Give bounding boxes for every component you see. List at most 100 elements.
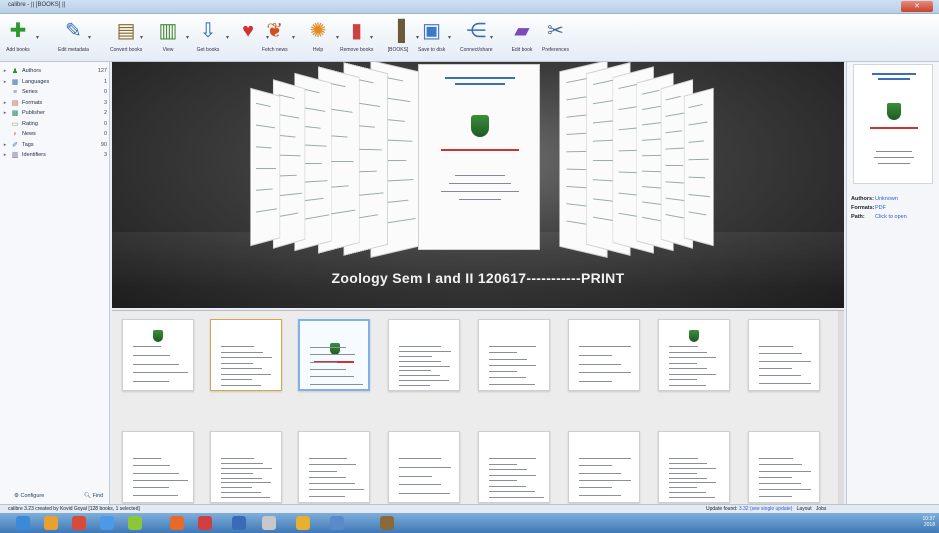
dropdown-arrow-icon[interactable]: ▾ bbox=[88, 34, 91, 41]
jobs-button[interactable]: Jobs bbox=[816, 506, 827, 512]
taskbar-app-icon[interactable] bbox=[330, 516, 344, 530]
book-cover-thumbnail[interactable] bbox=[210, 319, 282, 391]
toolbar-button-label: Edit book bbox=[511, 47, 533, 53]
update-link[interactable]: 3.32 (see single update) bbox=[739, 506, 793, 512]
status-text: calibre 3.23 created by Kovid Goyal [128… bbox=[8, 506, 140, 512]
book-cover-thumbnail[interactable] bbox=[122, 319, 194, 391]
taskbar-app-icon[interactable] bbox=[262, 516, 276, 530]
expand-arrow-icon[interactable]: ▸ bbox=[0, 152, 10, 158]
dropdown-arrow-icon[interactable]: ▾ bbox=[292, 34, 295, 41]
tag-category-count: 0 bbox=[103, 89, 107, 95]
system-tray-clock[interactable]: 10:37 2018 bbox=[922, 516, 935, 528]
toolbar-button-edit-metadata[interactable]: ✎ Edit metadata bbox=[58, 18, 89, 53]
dropdown-arrow-icon[interactable]: ▾ bbox=[140, 34, 143, 41]
toolbar-button-convert-books[interactable]: ▤ Convert books bbox=[110, 18, 142, 53]
status-right: Update found: 3.32 (see single update) L… bbox=[706, 506, 827, 512]
taskbar-app-icon[interactable] bbox=[16, 516, 30, 530]
close-button[interactable]: ✕ bbox=[901, 1, 933, 12]
identifiers-icon: ▥ bbox=[11, 152, 19, 159]
book-cover-thumbnail[interactable] bbox=[478, 431, 550, 503]
taskbar-app-icon[interactable] bbox=[296, 516, 310, 530]
tag-category-news[interactable]: ♀ News 0 bbox=[0, 129, 110, 139]
tag-category-authors[interactable]: ▸ ♟ Authors 127 bbox=[0, 66, 110, 76]
taskbar-app-icon[interactable] bbox=[170, 516, 184, 530]
toolbar-button-fetch-news[interactable]: ❦ Fetch news bbox=[262, 18, 288, 53]
book-cover-thumbnail[interactable] bbox=[658, 431, 730, 503]
book-cover-thumbnail[interactable] bbox=[298, 431, 370, 503]
layout-button[interactable]: Layout bbox=[797, 506, 812, 512]
dropdown-arrow-icon[interactable]: ▾ bbox=[336, 34, 339, 41]
authors-row: Authors: Unknown bbox=[851, 196, 898, 202]
expand-arrow-icon[interactable]: ▸ bbox=[0, 68, 10, 74]
taskbar-app-icon[interactable] bbox=[44, 516, 58, 530]
toolbar-button-view[interactable]: ▥ View bbox=[156, 18, 180, 53]
configure-button[interactable]: ⚙ Configure bbox=[14, 493, 44, 499]
path-link[interactable]: Click to open bbox=[875, 214, 907, 220]
toolbar-button-connect-share[interactable]: ⋲ Connect/share bbox=[460, 18, 493, 53]
expand-arrow-icon[interactable]: ▸ bbox=[0, 100, 10, 106]
book-cover-thumbnail[interactable] bbox=[658, 319, 730, 391]
taskbar-app-icon[interactable] bbox=[198, 516, 212, 530]
book-cover-thumbnail[interactable] bbox=[298, 319, 370, 391]
tag-browser-footer: ⚙ Configure 🔍︎ Find bbox=[0, 490, 110, 502]
authors-link[interactable]: Unknown bbox=[875, 196, 898, 202]
tag-category-count: 0 bbox=[103, 120, 107, 127]
book-cover-thumbnail[interactable] bbox=[568, 319, 640, 391]
toolbar-button-add-books[interactable]: ✚ Add books bbox=[6, 18, 30, 53]
taskbar-app-icon[interactable] bbox=[232, 516, 246, 530]
book-cover-thumbnail[interactable] bbox=[478, 319, 550, 391]
cover-flow-page-right[interactable] bbox=[683, 87, 714, 247]
grid-scrollbar[interactable] bbox=[838, 311, 844, 504]
tag-category-series[interactable]: ≡ Series 0 bbox=[0, 87, 110, 97]
formats-link[interactable]: PDF bbox=[875, 205, 886, 211]
tag-category-publisher[interactable]: ▸ ▩ Publisher 2 bbox=[0, 108, 110, 118]
cover-flow[interactable]: Zoology Sem I and II 120617-----------PR… bbox=[112, 62, 844, 308]
dropdown-arrow-icon[interactable]: ▾ bbox=[36, 34, 39, 41]
toolbar-button-label: Preferences bbox=[542, 47, 569, 53]
expand-arrow-icon[interactable]: ▸ bbox=[0, 79, 10, 85]
taskbar-app-icon[interactable] bbox=[128, 516, 142, 530]
toolbar-button-save-to-disk[interactable]: ▣ Save to disk bbox=[418, 18, 445, 53]
dropdown-arrow-icon[interactable]: ▾ bbox=[490, 34, 493, 41]
toolbar-button-label: Fetch news bbox=[262, 47, 288, 53]
book-cover-thumbnail[interactable] bbox=[210, 431, 282, 503]
toolbar-button-help[interactable]: ✺ Help bbox=[306, 18, 330, 53]
book-cover-thumbnail[interactable] bbox=[388, 319, 460, 391]
toolbar-button-remove-books[interactable]: ▮ Remove books bbox=[340, 18, 373, 53]
tag-category-rating[interactable]: ▭ Rating 0 bbox=[0, 119, 110, 129]
news-icon: ♀ bbox=[12, 130, 18, 138]
dropdown-arrow-icon[interactable]: ▾ bbox=[370, 34, 373, 41]
expand-arrow-icon[interactable]: ▸ bbox=[0, 142, 10, 148]
cover-flow-current-page[interactable] bbox=[418, 64, 540, 250]
taskbar-app-icon[interactable] bbox=[100, 516, 114, 530]
book-cover-thumbnail[interactable] bbox=[388, 431, 460, 503]
tag-category-label: Series bbox=[22, 89, 38, 95]
book-cover[interactable] bbox=[853, 64, 933, 184]
dropdown-arrow-icon[interactable]: ▾ bbox=[448, 34, 451, 41]
toolbar-button-donate[interactable]: ♥ bbox=[236, 18, 260, 47]
toolbar-button-preferences[interactable]: ✂ Preferences bbox=[542, 18, 569, 53]
tag-category-identifiers[interactable]: ▸ ▥ Identifiers 3 bbox=[0, 150, 110, 160]
dropdown-arrow-icon[interactable]: ▾ bbox=[226, 34, 229, 41]
expand-arrow-icon[interactable]: ▸ bbox=[0, 110, 10, 116]
taskbar-app-icon[interactable] bbox=[380, 516, 394, 530]
toolbar-button-edit-book[interactable]: ▰ Edit book bbox=[510, 18, 534, 53]
toolbar-button-books[interactable]: ▐ [BOOKS] bbox=[386, 18, 410, 53]
calibre-window: calibre - || [BOOKS] || ✕ ✚ Add books ▾ ✎ Ed… bbox=[0, 0, 939, 533]
book-cover-thumbnail[interactable] bbox=[568, 431, 640, 503]
dropdown-arrow-icon[interactable]: ▾ bbox=[186, 34, 189, 41]
tag-category-tags[interactable]: ▸ ✐ Tags 90 bbox=[0, 140, 110, 150]
formats-row: Formats: PDF bbox=[851, 205, 886, 211]
book-cover-thumbnail[interactable] bbox=[122, 431, 194, 503]
find-button[interactable]: 🔍︎ Find bbox=[84, 493, 103, 499]
tag-category-formats[interactable]: ▸ ▤ Formats 3 bbox=[0, 98, 110, 108]
publisher-icon: ▩ bbox=[11, 110, 19, 117]
cover-flow-page-left[interactable] bbox=[250, 87, 281, 247]
toolbar-button-get-books[interactable]: ⇩ Get books bbox=[196, 18, 220, 53]
toolbar-button-label: Remove books bbox=[340, 47, 374, 53]
book-cover-thumbnail[interactable] bbox=[748, 319, 820, 391]
tag-category-languages[interactable]: ▸ ▦ Languages 1 bbox=[0, 77, 110, 87]
status-bar: calibre 3.23 created by Kovid Goyal [128… bbox=[0, 504, 939, 513]
taskbar-app-icon[interactable] bbox=[72, 516, 86, 530]
book-cover-thumbnail[interactable] bbox=[748, 431, 820, 503]
